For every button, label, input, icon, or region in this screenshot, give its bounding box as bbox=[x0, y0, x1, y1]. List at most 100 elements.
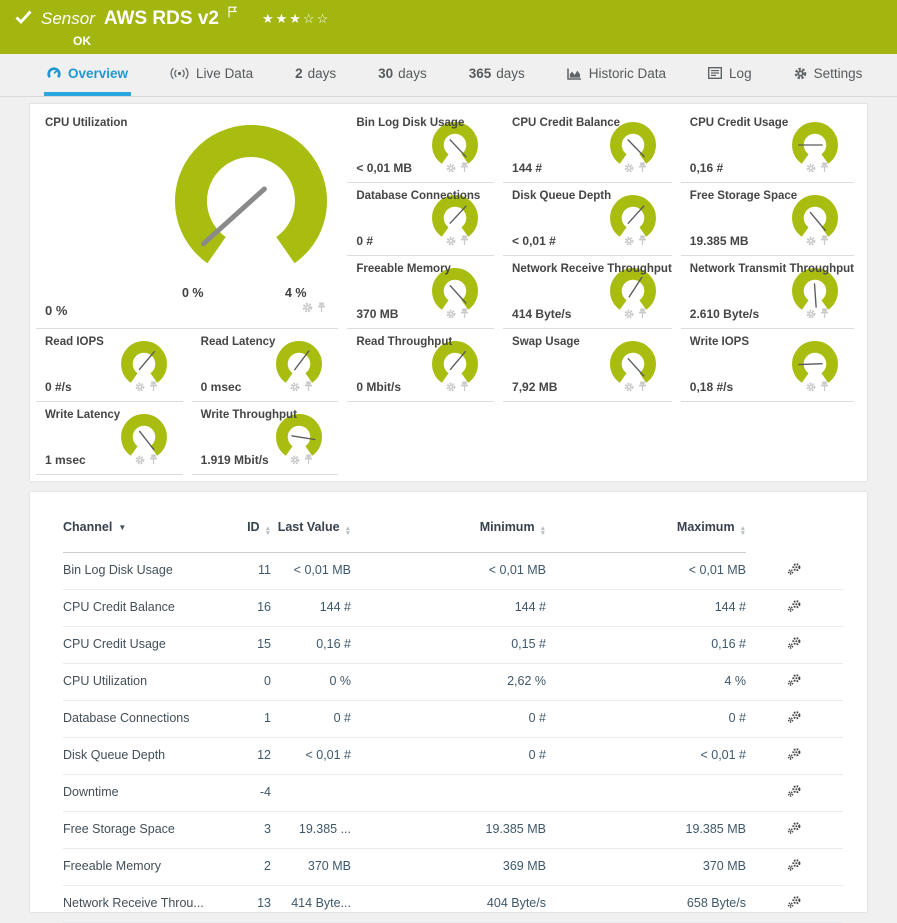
gauge-pin-icon[interactable] bbox=[820, 379, 829, 397]
gauge-settings-gear-icon[interactable] bbox=[446, 379, 456, 397]
gauge-tile-write-latency: Write Latency1 msec bbox=[36, 402, 183, 475]
gauge-pin-icon[interactable] bbox=[460, 379, 469, 397]
gauge-pin-icon[interactable] bbox=[149, 452, 158, 470]
gauge-value: 0 % bbox=[45, 303, 67, 318]
gauge-title: Network Receive Throughput bbox=[512, 263, 672, 275]
gauge-settings-gear-icon[interactable] bbox=[446, 306, 456, 324]
gauge-value: < 0,01 # bbox=[512, 234, 556, 248]
gauge-settings-gear-icon[interactable] bbox=[290, 379, 300, 397]
tab-overview[interactable]: Overview bbox=[44, 54, 131, 96]
gauge-pin-icon[interactable] bbox=[304, 379, 313, 397]
gauge-settings-gear-icon[interactable] bbox=[624, 379, 634, 397]
gauge-pin-icon[interactable] bbox=[460, 233, 469, 251]
tab-30-days[interactable]: 30days bbox=[375, 54, 430, 96]
column-label: Minimum bbox=[480, 520, 535, 534]
gauge-title: CPU Utilization bbox=[45, 117, 338, 129]
gauge-pin-icon[interactable] bbox=[820, 233, 829, 251]
table-row: CPU Utilization00 %2,62 %4 % bbox=[63, 663, 843, 700]
gauge-value: < 0,01 MB bbox=[356, 161, 412, 175]
tab-label: Live Data bbox=[196, 66, 253, 81]
tab-number: 30 bbox=[378, 66, 393, 81]
gauge-pin-icon[interactable] bbox=[304, 452, 313, 470]
tab-number: 2 bbox=[295, 66, 303, 81]
column-header-id[interactable]: ID▲▼ bbox=[228, 520, 271, 553]
tab-log[interactable]: Log bbox=[705, 54, 755, 96]
tab-2-days[interactable]: 2days bbox=[292, 54, 339, 96]
cell-maximum: 4 % bbox=[546, 663, 746, 700]
gauge-tile-database-connections: Database Connections0 # bbox=[347, 183, 494, 256]
cell-last-value: 0,16 # bbox=[271, 626, 351, 663]
channel-settings-gears-icon[interactable] bbox=[787, 636, 802, 653]
gauge-settings-gear-icon[interactable] bbox=[135, 379, 145, 397]
gauge-value: 414 Byte/s bbox=[512, 307, 571, 321]
gauge-settings-gear-icon[interactable] bbox=[806, 160, 816, 178]
gauge-value: 0,18 #/s bbox=[690, 380, 733, 394]
channel-settings-gears-icon[interactable] bbox=[787, 562, 802, 579]
cell-channel: Free Storage Space bbox=[63, 811, 228, 848]
channel-settings-gears-icon[interactable] bbox=[787, 599, 802, 616]
gauge-pin-icon[interactable] bbox=[460, 306, 469, 324]
tab-live-data[interactable]: Live Data bbox=[167, 54, 256, 96]
cell-last-value: 370 MB bbox=[271, 848, 351, 885]
gauge-tile-network-transmit-throughput: Network Transmit Throughput2.610 Byte/s bbox=[681, 256, 854, 329]
gauge-settings-gear-icon[interactable] bbox=[624, 233, 634, 251]
gauge-settings-gear-icon[interactable] bbox=[806, 233, 816, 251]
channel-settings-gears-icon[interactable] bbox=[787, 673, 802, 690]
live-icon bbox=[170, 67, 189, 80]
column-header-last-value[interactable]: Last Value▲▼ bbox=[271, 520, 351, 553]
historic-icon bbox=[567, 67, 582, 80]
tab-historic-data[interactable]: Historic Data bbox=[564, 54, 669, 96]
gauge-settings-gear-icon[interactable] bbox=[446, 233, 456, 251]
gauge-settings-gear-icon[interactable] bbox=[302, 300, 313, 318]
cell-minimum: 144 # bbox=[351, 589, 546, 626]
gauge-settings-gear-icon[interactable] bbox=[135, 452, 145, 470]
gauge-settings-gear-icon[interactable] bbox=[806, 306, 816, 324]
gauge-pin-icon[interactable] bbox=[638, 233, 647, 251]
gauge-pin-icon[interactable] bbox=[149, 379, 158, 397]
gauge-pin-icon[interactable] bbox=[820, 306, 829, 324]
gauge-tile-network-receive-throughput: Network Receive Throughput 414 Byte/s bbox=[503, 256, 672, 329]
cell-id: 12 bbox=[228, 737, 271, 774]
gauge-pin-icon[interactable] bbox=[638, 379, 647, 397]
tab-settings[interactable]: Settings bbox=[791, 54, 866, 96]
channel-settings-gears-icon[interactable] bbox=[787, 895, 802, 912]
channel-settings-gears-icon[interactable] bbox=[787, 858, 802, 875]
gauge-settings-gear-icon[interactable] bbox=[806, 379, 816, 397]
flag-icon[interactable] bbox=[228, 5, 237, 23]
cell-channel: Disk Queue Depth bbox=[63, 737, 228, 774]
column-header-channel[interactable]: Channel▼ bbox=[63, 520, 228, 553]
gauge-pin-icon[interactable] bbox=[638, 306, 647, 324]
gauge-settings-gear-icon[interactable] bbox=[290, 452, 300, 470]
column-header-minimum[interactable]: Minimum▲▼ bbox=[351, 520, 546, 553]
gauge-settings-gear-icon[interactable] bbox=[446, 160, 456, 178]
column-label: Maximum bbox=[677, 520, 735, 534]
sort-icon: ▲▼ bbox=[265, 526, 271, 536]
gauge-value: 0 msec bbox=[201, 380, 242, 394]
cell-id: 11 bbox=[228, 553, 271, 590]
priority-stars[interactable]: ★★★☆☆ bbox=[262, 11, 330, 27]
gauge-scale-min: 0 % bbox=[182, 286, 204, 300]
gauge-settings-gear-icon[interactable] bbox=[624, 306, 634, 324]
gauge-settings-gear-icon[interactable] bbox=[624, 160, 634, 178]
channel-settings-gears-icon[interactable] bbox=[787, 784, 802, 801]
tab-365-days[interactable]: 365days bbox=[466, 54, 528, 96]
sort-icon: ▲▼ bbox=[740, 526, 746, 536]
gauge-value: 1 msec bbox=[45, 453, 86, 467]
gauge-pin-icon[interactable] bbox=[460, 160, 469, 178]
gauge-value: 144 # bbox=[512, 161, 542, 175]
channel-settings-gears-icon[interactable] bbox=[787, 747, 802, 764]
channel-settings-gears-icon[interactable] bbox=[787, 821, 802, 838]
cell-last-value: 0 # bbox=[271, 700, 351, 737]
column-header-maximum[interactable]: Maximum ▲▼ bbox=[546, 520, 746, 553]
gauge-scale-max: 4 % bbox=[285, 286, 307, 300]
gauge-pin-icon[interactable] bbox=[317, 300, 326, 318]
cell-maximum: 0,16 # bbox=[546, 626, 746, 663]
cell-maximum: < 0,01 MB bbox=[546, 553, 746, 590]
gauge-title: CPU Credit Balance bbox=[512, 117, 672, 129]
gauge-pin-icon[interactable] bbox=[820, 160, 829, 178]
channel-table-panel: Channel▼ID▲▼Last Value▲▼Minimum▲▼Maximum… bbox=[30, 492, 867, 912]
gauge-pin-icon[interactable] bbox=[638, 160, 647, 178]
tab-label: Historic Data bbox=[589, 66, 666, 81]
channel-settings-gears-icon[interactable] bbox=[787, 710, 802, 727]
cell-minimum: 2,62 % bbox=[351, 663, 546, 700]
